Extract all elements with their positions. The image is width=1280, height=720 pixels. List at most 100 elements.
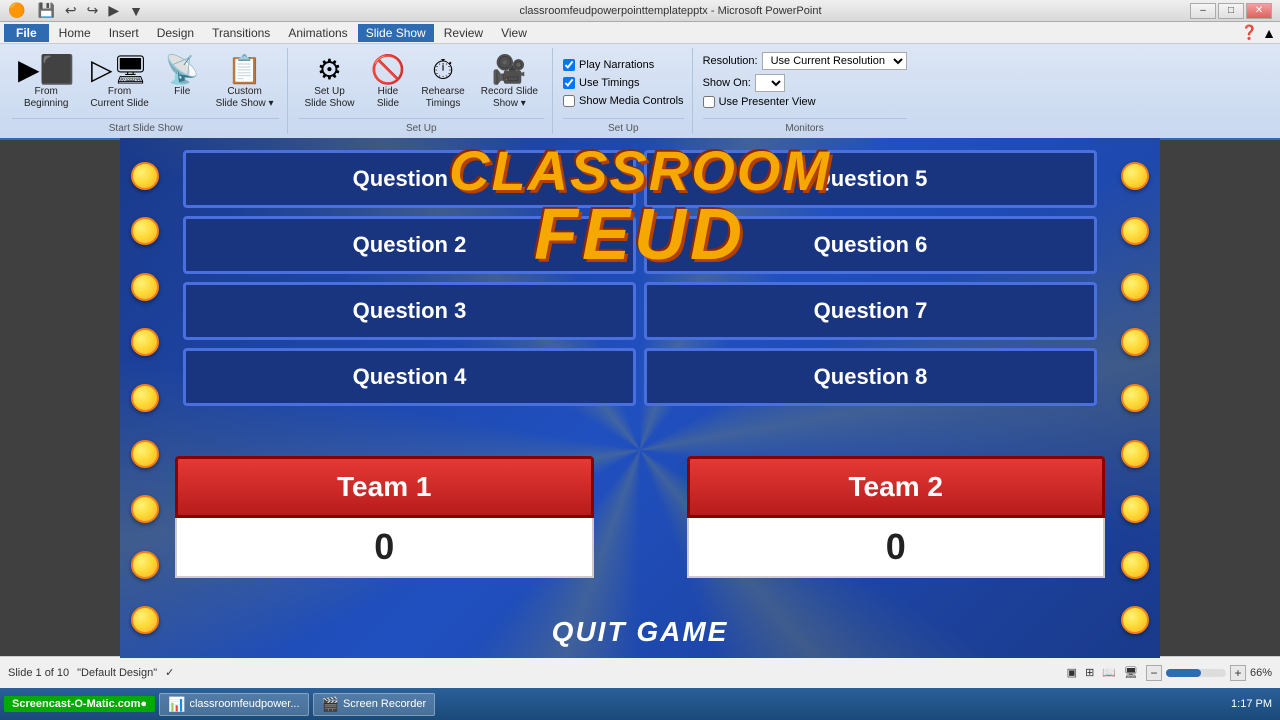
menu-file[interactable]: File xyxy=(4,24,49,42)
dot-left-1 xyxy=(131,162,159,190)
hide-slide-btn[interactable]: 🚫 HideSlide xyxy=(365,52,412,114)
game-title: CLASSROOM FEUD xyxy=(449,143,831,271)
zoom-slider-fill xyxy=(1166,669,1201,677)
teams-row: Team 1 0 Team 2 0 xyxy=(175,456,1105,578)
restore-btn[interactable]: □ xyxy=(1218,3,1244,19)
dot-right-5 xyxy=(1121,384,1149,412)
dot-right-7 xyxy=(1121,495,1149,523)
taskbar-recorder[interactable]: 🎬 Screen Recorder xyxy=(313,693,436,716)
question-3-btn[interactable]: Question 3 xyxy=(183,282,636,340)
game-title-classroom: CLASSROOM xyxy=(449,143,831,199)
custom-btn[interactable]: 📋 CustomSlide Show ▾ xyxy=(210,52,280,114)
view-reading-icon[interactable]: 📖 xyxy=(1102,666,1116,679)
menu-transitions[interactable]: Transitions xyxy=(204,24,278,42)
presenter-view-input[interactable] xyxy=(703,96,715,108)
close-btn[interactable]: ✕ xyxy=(1246,3,1272,19)
broadcast-btn[interactable]: 📡 File xyxy=(159,52,206,102)
dot-left-7 xyxy=(131,495,159,523)
undo-quick-btn[interactable]: ↩ xyxy=(63,2,79,19)
play-narrations-check[interactable]: Play Narrations xyxy=(563,59,684,71)
dot-right-4 xyxy=(1121,328,1149,356)
from-current-btn[interactable]: ▷🖥 FromCurrent Slide xyxy=(84,52,154,114)
menu-bar: File Home Insert Design Transitions Anim… xyxy=(0,22,1280,44)
show-media-input[interactable] xyxy=(563,95,575,107)
question-8-btn[interactable]: Question 8 xyxy=(644,348,1097,406)
help-icon[interactable]: ❓ xyxy=(1241,24,1258,41)
slideshow-buttons: ▶⬛ FromBeginning ▷🖥 FromCurrent Slide 📡 … xyxy=(12,48,279,118)
question-7-btn[interactable]: Question 7 xyxy=(644,282,1097,340)
quit-game-button[interactable]: QUIT GAME xyxy=(552,616,729,648)
slide-container: Question 1 Question 5 Question 2 Questio… xyxy=(120,138,1160,658)
view-slide-sorter-icon[interactable]: ⊞ xyxy=(1085,666,1094,679)
show-on-select[interactable] xyxy=(755,74,785,92)
dropdown-quick-btn[interactable]: ▼ xyxy=(127,3,145,19)
team2-section: Team 2 0 xyxy=(687,456,1106,578)
save-quick-btn[interactable]: 💾 xyxy=(35,2,56,19)
dot-left-4 xyxy=(131,328,159,356)
zoom-out-btn[interactable]: − xyxy=(1146,665,1162,681)
ribbon-group-checkboxes: Play Narrations Use Timings Show Media C… xyxy=(555,48,693,134)
setup-label: Set UpSlide Show xyxy=(304,86,354,110)
redo-quick-btn[interactable]: ↪ xyxy=(85,2,101,19)
menu-slideshow[interactable]: Slide Show xyxy=(358,24,434,42)
menu-design[interactable]: Design xyxy=(149,24,202,42)
team1-button[interactable]: Team 1 xyxy=(175,456,594,518)
use-timings-input[interactable] xyxy=(563,77,575,89)
presenter-view-check[interactable]: Use Presenter View xyxy=(703,96,907,108)
slide-panel: Question 1 Question 5 Question 2 Questio… xyxy=(0,140,1280,656)
slide-info: Slide 1 of 10 xyxy=(8,667,69,679)
team2-button[interactable]: Team 2 xyxy=(687,456,1106,518)
play-narrations-label: Play Narrations xyxy=(579,59,654,71)
spell-check-icon[interactable]: ✓ xyxy=(165,666,174,679)
show-media-check[interactable]: Show Media Controls xyxy=(563,95,684,107)
minimize-btn[interactable]: – xyxy=(1190,3,1216,19)
resolution-label: Resolution: xyxy=(703,55,758,67)
play-quick-btn[interactable]: ▶ xyxy=(106,2,121,19)
from-beginning-btn[interactable]: ▶⬛ FromBeginning xyxy=(12,52,80,114)
zoom-in-btn[interactable]: + xyxy=(1230,665,1246,681)
taskbar-powerpoint[interactable]: 📊 classroomfeudpower... xyxy=(159,693,309,716)
view-presenter-icon[interactable]: 🖥 xyxy=(1124,666,1138,679)
menu-view[interactable]: View xyxy=(493,24,535,42)
ribbon-minimize-icon[interactable]: ▲ xyxy=(1262,25,1276,41)
dot-left-6 xyxy=(131,440,159,468)
team1-score: 0 xyxy=(175,518,594,578)
setup-icon: ⚙ xyxy=(317,56,342,84)
menu-home[interactable]: Home xyxy=(51,24,99,42)
menu-insert[interactable]: Insert xyxy=(101,24,147,42)
setup-buttons: ⚙ Set UpSlide Show 🚫 HideSlide ⏱ Rehears… xyxy=(298,48,544,118)
presenter-view-label: Use Presenter View xyxy=(719,96,816,108)
dot-left-3 xyxy=(131,273,159,301)
from-beginning-label: FromBeginning xyxy=(24,86,68,110)
use-timings-label: Use Timings xyxy=(579,77,640,89)
play-narrations-input[interactable] xyxy=(563,59,575,71)
resolution-select[interactable]: Use Current Resolution xyxy=(762,52,907,70)
app-icon: 🟠 xyxy=(8,2,25,19)
use-timings-check[interactable]: Use Timings xyxy=(563,77,684,89)
ribbon: ▶⬛ FromBeginning ▷🖥 FromCurrent Slide 📡 … xyxy=(0,44,1280,140)
menu-review[interactable]: Review xyxy=(436,24,491,42)
screencast-brand[interactable]: Screencast-O-Matic.com● xyxy=(4,696,155,712)
dot-left-8 xyxy=(131,551,159,579)
view-normal-icon[interactable]: ▣ xyxy=(1067,666,1077,679)
broadcast-label: File xyxy=(174,86,190,98)
dot-right-2 xyxy=(1121,217,1149,245)
ribbon-group-setup: ⚙ Set UpSlide Show 🚫 HideSlide ⏱ Rehears… xyxy=(290,48,553,134)
slideshow-group-label: Start Slide Show xyxy=(12,118,279,134)
question-4-btn[interactable]: Question 4 xyxy=(183,348,636,406)
dot-right-8 xyxy=(1121,551,1149,579)
game-title-feud: FEUD xyxy=(449,199,831,271)
menu-animations[interactable]: Animations xyxy=(280,24,355,42)
rehearse-btn[interactable]: ⏱ RehearseTimings xyxy=(415,52,470,114)
record-icon: 🎥 xyxy=(492,56,527,84)
record-btn[interactable]: 🎥 Record SlideShow ▾ xyxy=(475,52,544,114)
taskbar-time: 1:17 PM xyxy=(1231,698,1276,710)
from-current-icon: ▷🖥 xyxy=(91,56,148,84)
resolution-row: Resolution: Use Current Resolution xyxy=(703,52,907,70)
checkboxes-group-label: Set Up xyxy=(563,118,684,134)
setup-slideshow-btn[interactable]: ⚙ Set UpSlide Show xyxy=(298,52,360,114)
dot-left-2 xyxy=(131,217,159,245)
zoom-slider-track[interactable] xyxy=(1166,669,1226,677)
status-bar: Slide 1 of 10 "Default Design" ✓ ▣ ⊞ 📖 🖥… xyxy=(0,656,1280,688)
dot-right-6 xyxy=(1121,440,1149,468)
